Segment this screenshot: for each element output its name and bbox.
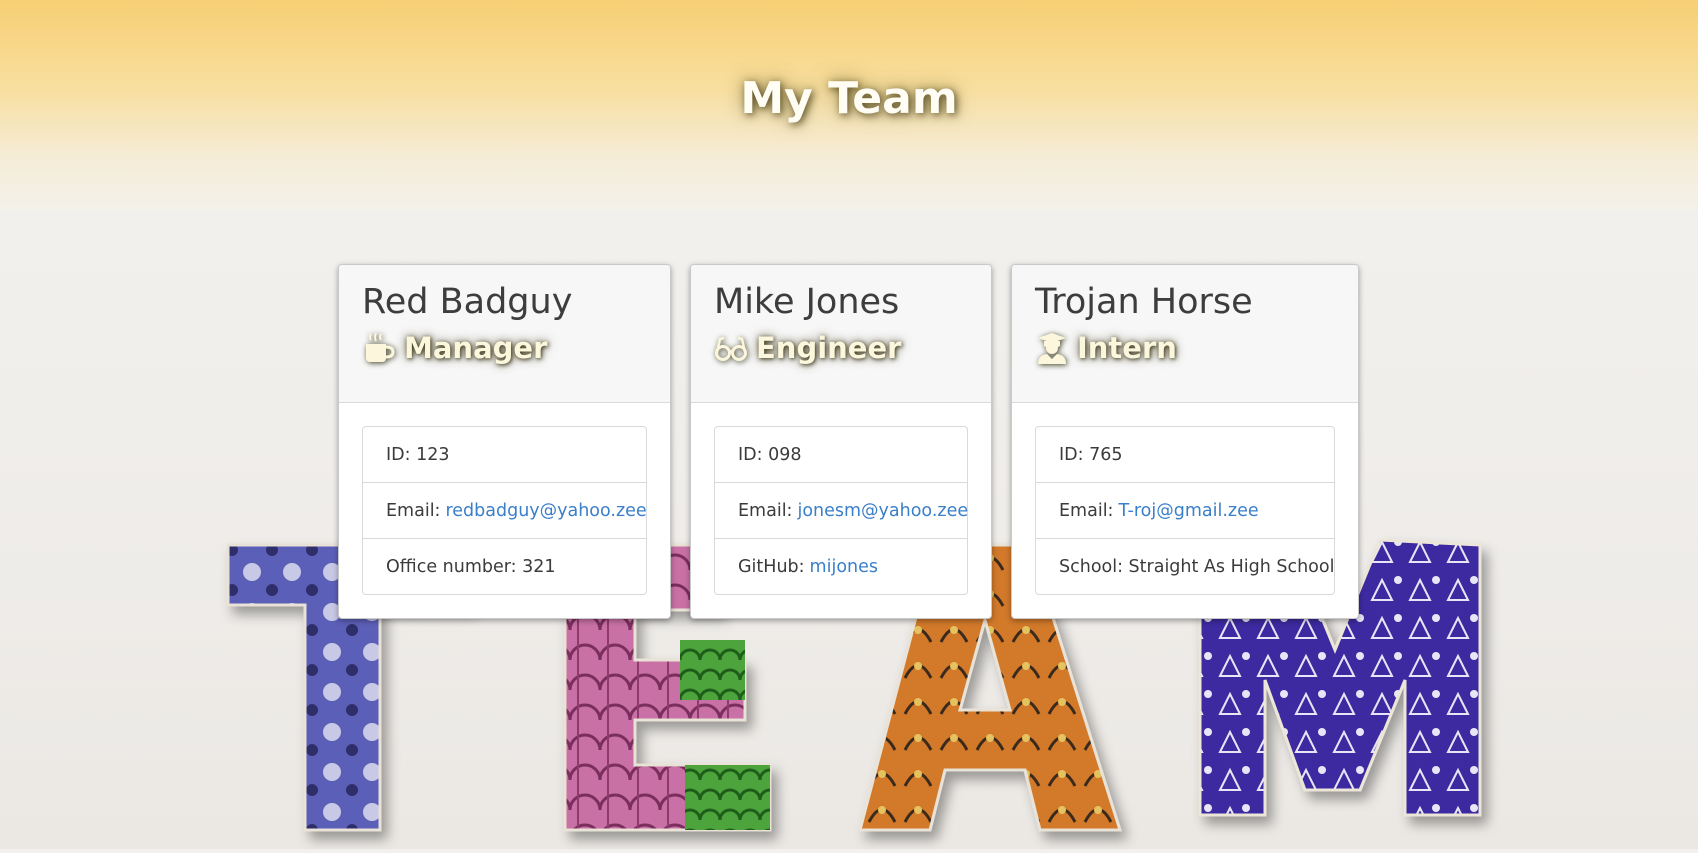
details-list: ID: 123 Email: redbadguy@yahoo.zee Offic… <box>362 426 647 595</box>
list-item-email: Email: redbadguy@yahoo.zee <box>363 482 647 538</box>
team-cards: Red Badguy Manager ID: 123 Email: redbad… <box>338 264 1359 619</box>
card-body: ID: 123 Email: redbadguy@yahoo.zee Offic… <box>339 403 670 618</box>
employee-card-manager: Red Badguy Manager ID: 123 Email: redbad… <box>338 264 671 619</box>
role-label: Manager <box>404 331 548 365</box>
role-label: Intern <box>1077 331 1177 365</box>
list-item-email: Email: jonesm@yahoo.zee <box>715 482 968 538</box>
employee-role: Manager <box>362 331 647 365</box>
details-list: ID: 098 Email: jonesm@yahoo.zee GitHub: … <box>714 426 968 595</box>
card-body: ID: 765 Email: T-roj@gmail.zee School: S… <box>1012 403 1358 618</box>
employee-role: Engineer <box>714 331 968 365</box>
card-body: ID: 098 Email: jonesm@yahoo.zee GitHub: … <box>691 403 991 618</box>
page-title: My Team <box>740 72 958 124</box>
card-header: Red Badguy Manager <box>339 265 670 403</box>
employee-card-engineer: Mike Jones Engineer ID: 098 Email: jones… <box>690 264 992 619</box>
github-label: GitHub: <box>738 556 805 577</box>
email-link[interactable]: jonesm@yahoo.zee <box>797 501 968 521</box>
graduate-icon <box>1035 331 1069 365</box>
employee-card-intern: Trojan Horse Intern ID: 765 Email: T-roj… <box>1011 264 1359 619</box>
card-header: Trojan Horse Intern <box>1012 265 1358 403</box>
github-link[interactable]: mijones <box>810 557 878 577</box>
coffee-mug-icon <box>362 331 396 365</box>
glasses-icon <box>714 331 748 365</box>
email-link[interactable]: T-roj@gmail.zee <box>1118 501 1258 521</box>
role-label: Engineer <box>756 331 902 365</box>
list-item-school: School: Straight As High School <box>1036 538 1334 594</box>
email-label: Email: <box>1059 500 1114 521</box>
employee-name: Red Badguy <box>362 282 573 322</box>
details-list: ID: 765 Email: T-roj@gmail.zee School: S… <box>1035 426 1335 595</box>
list-item-office-number: Office number: 321 <box>363 538 646 594</box>
list-item-id: ID: 765 <box>1059 444 1123 465</box>
page-header: My Team <box>0 0 1698 210</box>
card-header: Mike Jones Engineer <box>691 265 991 403</box>
email-label: Email: <box>386 500 441 521</box>
employee-name: Trojan Horse <box>1035 282 1253 322</box>
list-item-email: Email: T-roj@gmail.zee <box>1036 482 1334 538</box>
list-item-github: GitHub: mijones <box>715 538 967 594</box>
email-label: Email: <box>738 500 793 521</box>
list-item-id: ID: 098 <box>738 444 802 465</box>
employee-name: Mike Jones <box>714 282 900 322</box>
employee-role: Intern <box>1035 331 1335 365</box>
list-item-id: ID: 123 <box>386 444 450 465</box>
email-link[interactable]: redbadguy@yahoo.zee <box>445 501 646 521</box>
